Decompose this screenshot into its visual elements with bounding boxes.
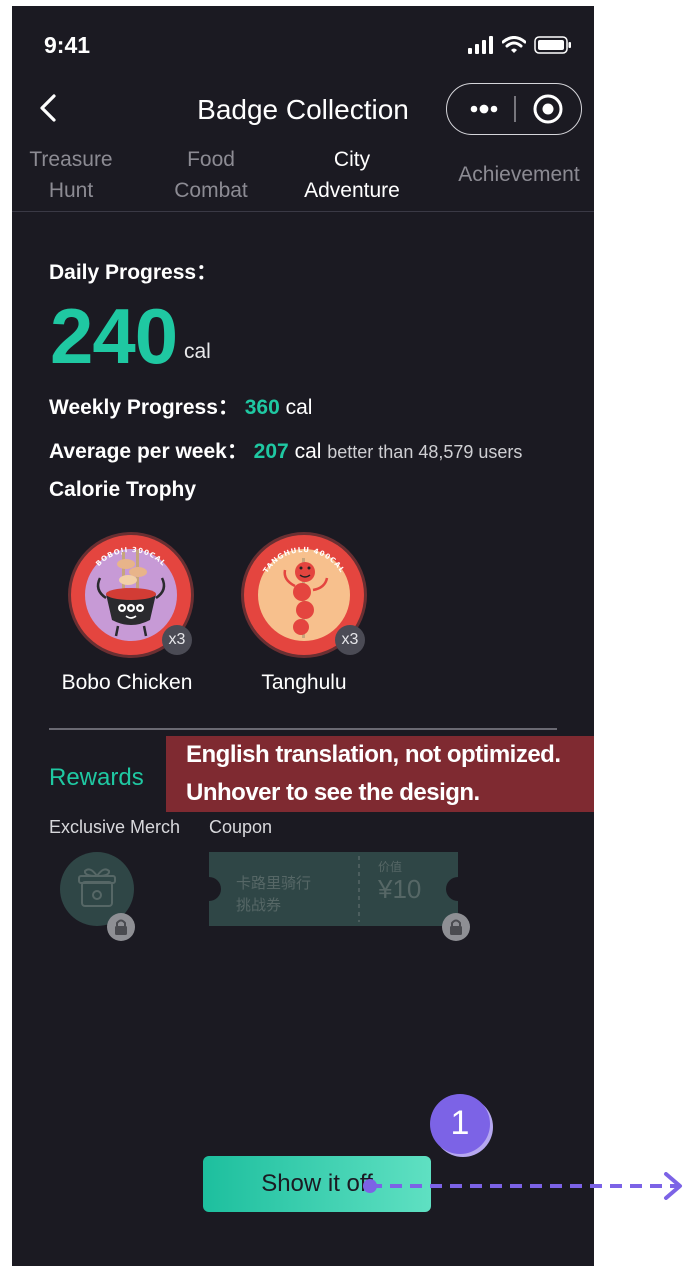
daily-progress-value: 240 xyxy=(50,292,178,380)
merch-lock-icon xyxy=(107,913,135,941)
weekly-progress-unit: cal xyxy=(285,396,313,419)
weekly-progress: Weekly Progress： 360 cal xyxy=(49,391,312,421)
tab-label-line2: Adventure xyxy=(304,179,400,202)
close-target-icon[interactable] xyxy=(532,93,564,125)
bobo-chicken-count-badge: x3 xyxy=(162,625,192,655)
coupon-name-line2: 挑战券 xyxy=(236,897,282,914)
overlay-line2: Unhover to see the design. xyxy=(186,779,480,806)
daily-progress-label: Daily Progress： xyxy=(49,261,218,284)
tab-label-line2: Combat xyxy=(174,179,248,202)
rewards-title: Rewards xyxy=(49,764,144,791)
weekly-progress-value: 360 xyxy=(244,396,280,419)
tab-label-line1: Food xyxy=(187,148,235,171)
tab-label-line2: Hunt xyxy=(48,179,94,202)
battery-icon xyxy=(534,36,571,54)
tab-label-line1: Achievement xyxy=(458,163,580,186)
annotation-arrow-icon xyxy=(363,1172,682,1200)
navigation-bar: Badge Collection xyxy=(12,82,594,142)
wifi-icon xyxy=(502,36,526,53)
average-value: 207 xyxy=(253,440,289,463)
coupon-value: ¥10 xyxy=(378,874,422,904)
average-label: Average per week： xyxy=(49,440,248,463)
average-comparison-note: better than 48,579 users xyxy=(327,442,523,462)
coupon-name-line1: 卡路里骑行 xyxy=(236,875,312,892)
bobo-chicken-name: Bobo Chicken xyxy=(61,671,193,694)
tanghulu-count-badge: x3 xyxy=(335,625,365,655)
tab-achievement[interactable]: Achievement xyxy=(444,159,594,190)
overlay-line1: English translation, not optimized. xyxy=(186,741,561,768)
calorie-trophy-title: Calorie Trophy xyxy=(49,478,197,501)
signal-icon xyxy=(468,36,493,54)
coupon-label: Coupon xyxy=(209,817,273,837)
category-tabs: Treasure Hunt Food Combat City Adventure… xyxy=(12,144,594,212)
coupon-lock-icon xyxy=(442,913,470,941)
capsule-divider xyxy=(514,96,516,122)
exclusive-merch-label: Exclusive Merch xyxy=(49,817,181,837)
weekly-progress-label: Weekly Progress： xyxy=(49,396,239,419)
status-time: 9:41 xyxy=(44,32,91,58)
section-divider xyxy=(49,728,557,730)
tab-treasure-hunt[interactable]: Treasure Hunt xyxy=(12,144,130,206)
more-dots-icon[interactable] xyxy=(469,96,499,122)
daily-progress-unit: cal xyxy=(184,340,211,363)
status-bar: 9:41 xyxy=(12,6,594,84)
annotation-marker: 1 xyxy=(430,1094,490,1154)
app-screen: 9:41 Badge Collection Treasure Hunt Food… xyxy=(12,6,594,1266)
tab-food-combat[interactable]: Food Combat xyxy=(152,144,270,206)
average-unit: cal xyxy=(294,440,322,463)
tanghulu-name: Tanghulu xyxy=(261,671,347,694)
mini-program-capsule xyxy=(446,83,582,135)
tab-label-line1: City xyxy=(333,148,371,171)
average-per-week: Average per week： 207 cal better than 48… xyxy=(49,435,522,465)
tab-city-adventure[interactable]: City Adventure xyxy=(292,144,412,206)
translation-overlay-banner: English translation, not optimized. Unho… xyxy=(166,736,594,812)
tab-label-line1: Treasure xyxy=(29,148,113,171)
coupon-value-label: 价值 xyxy=(378,860,403,874)
